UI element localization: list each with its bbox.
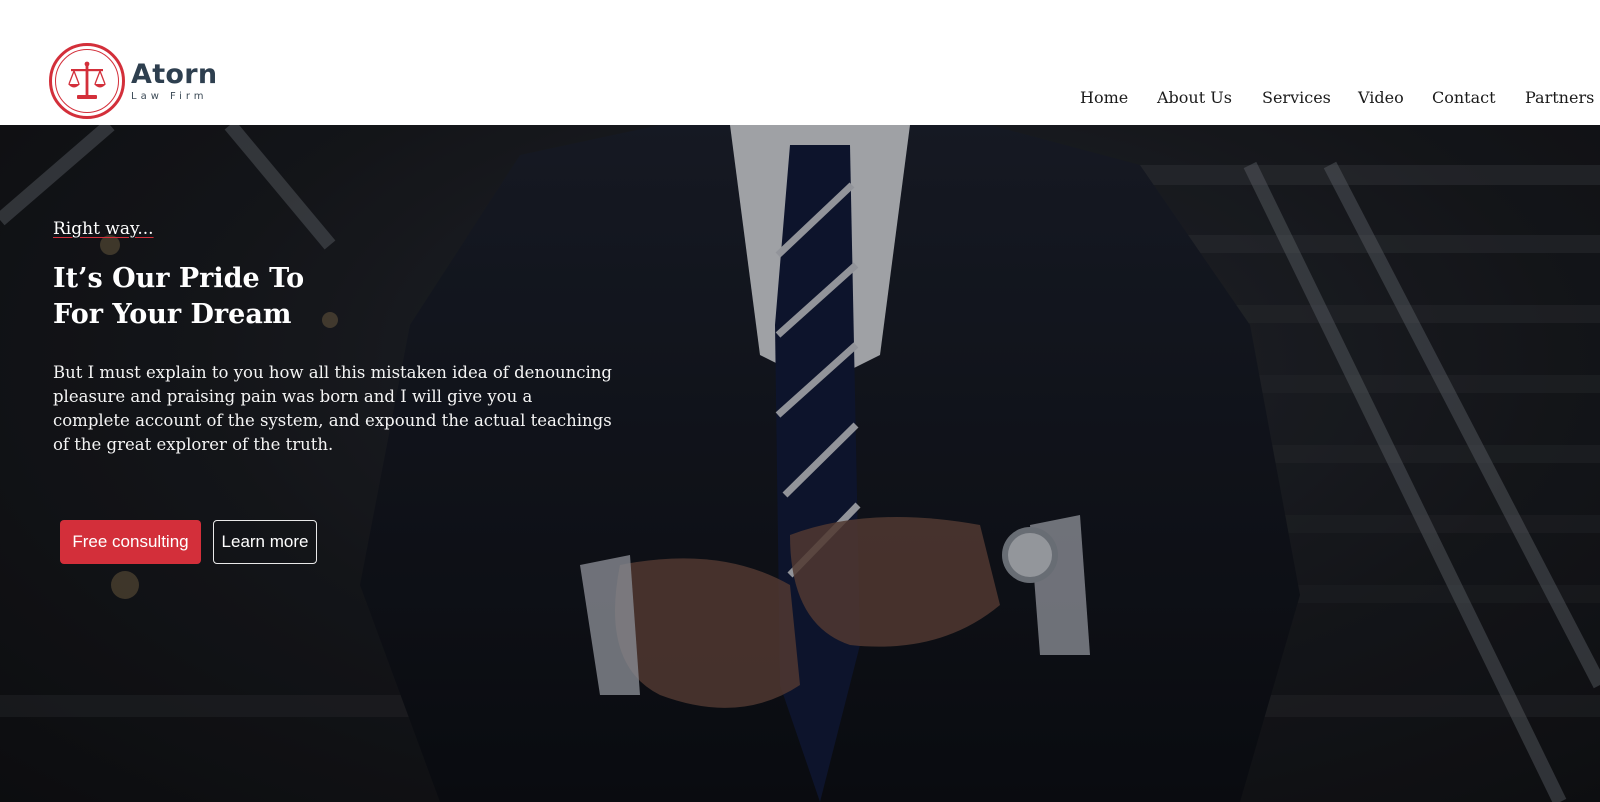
hero-content: Right way... It’s Our Pride To For Your … <box>53 219 613 457</box>
nav-partners[interactable]: Partners <box>1525 88 1594 107</box>
site-header: Atorn Law Firm Home About Us Services Vi… <box>0 0 1600 125</box>
nav-services[interactable]: Services <box>1262 88 1331 107</box>
nav-video[interactable]: Video <box>1358 88 1404 107</box>
hero-title-line-2: For Your Dream <box>53 299 292 330</box>
hero-kicker: Right way... <box>53 219 154 239</box>
nav-contact[interactable]: Contact <box>1432 88 1496 107</box>
nav-about-us[interactable]: About Us <box>1157 88 1232 107</box>
main-nav: Home About Us Services Video Contact Par… <box>0 88 1600 110</box>
brand-name: Atorn <box>131 59 218 90</box>
hero-title: It’s Our Pride To For Your Dream <box>53 261 613 333</box>
learn-more-button[interactable]: Learn more <box>213 520 317 564</box>
nav-home[interactable]: Home <box>1080 88 1128 107</box>
hero-description: But I must explain to you how all this m… <box>53 363 612 454</box>
hero-title-line-1: It’s Our Pride To <box>53 263 305 294</box>
free-consulting-button[interactable]: Free consulting <box>60 520 201 564</box>
